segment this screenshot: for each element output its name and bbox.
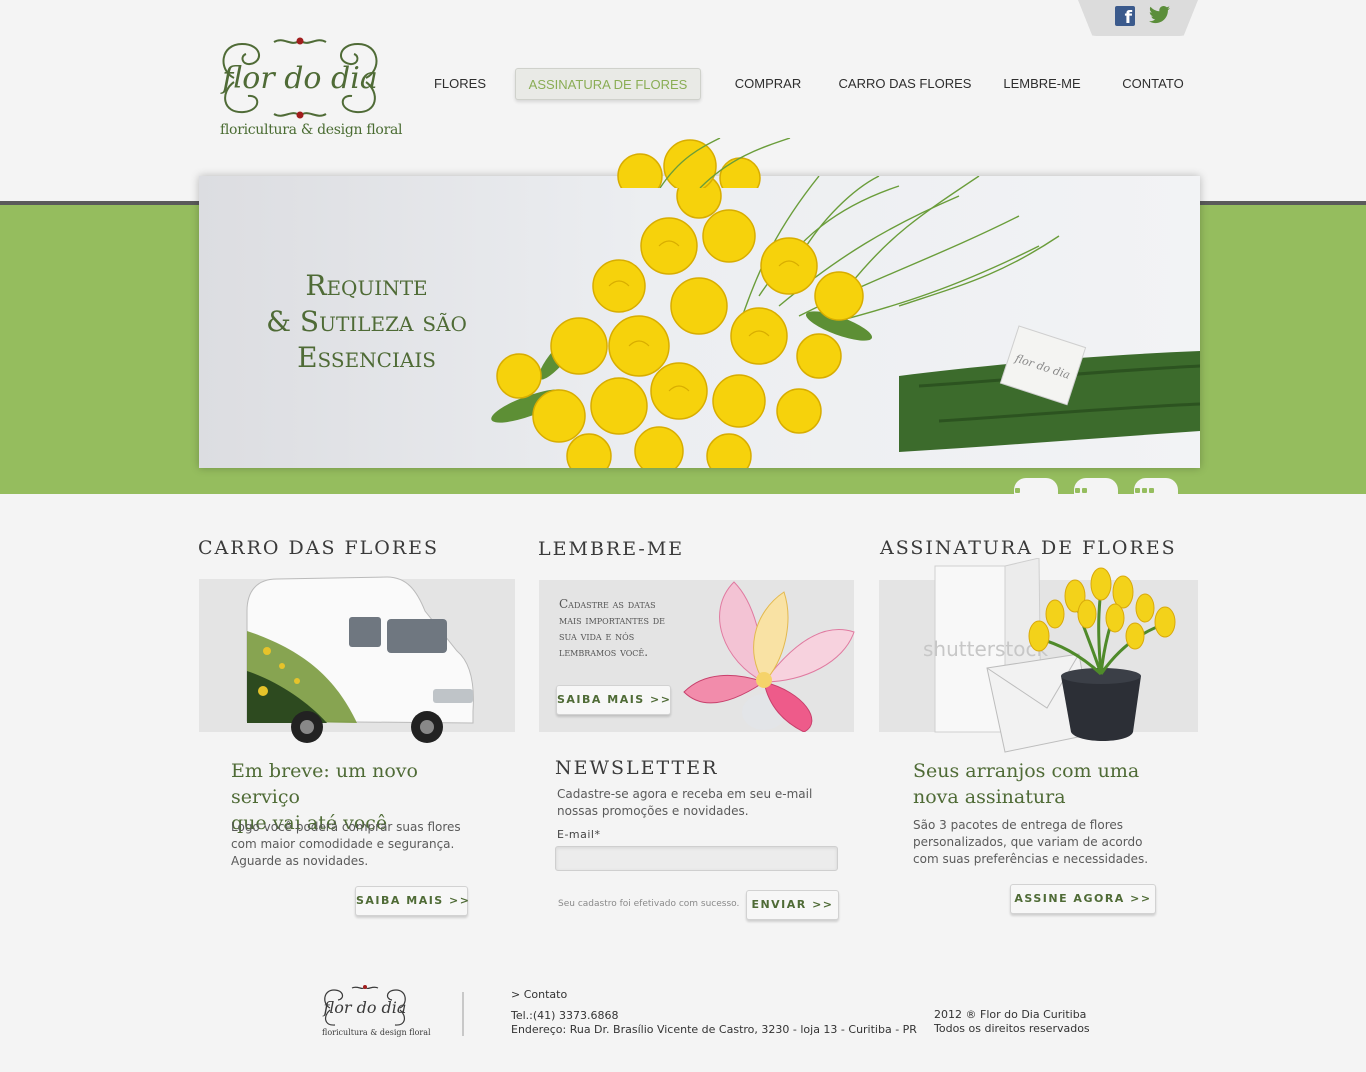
slide-3-tab[interactable] bbox=[1134, 478, 1178, 494]
carro-panel bbox=[199, 576, 515, 743]
carro-heading-line-1: Em breve: um novo serviço bbox=[231, 760, 418, 808]
assinatura-panel: shutterstock bbox=[879, 558, 1198, 753]
assinatura-text: São 3 pacotes de entrega de flores perso… bbox=[913, 817, 1183, 868]
lembre-panel: Cadastre as datas mais importantes de su… bbox=[539, 580, 855, 732]
assinatura-heading-line-1: Seus arranjos com uma bbox=[913, 760, 1140, 782]
nav-assinatura-de-flores[interactable]: ASSINATURA DE FLORES bbox=[515, 68, 701, 100]
slide-2-tab[interactable] bbox=[1074, 478, 1118, 494]
assinatura-text-line-3: com suas preferências e necessidades. bbox=[913, 852, 1149, 866]
footer-rights: Todos os direitos reservados bbox=[934, 1022, 1090, 1035]
carro-text-line-2: com maior comodidade e segurança. bbox=[231, 837, 455, 851]
logo-subtitle: floricultura & design floral bbox=[220, 122, 403, 138]
newsletter-description: Cadastre-se agora e receba em seu e-mail… bbox=[557, 786, 827, 820]
enviar-button[interactable]: ENVIAR >> bbox=[746, 890, 839, 920]
assinatura-heading-line-2: nova assinatura bbox=[913, 786, 1066, 808]
assine-agora-button[interactable]: ASSINE AGORA >> bbox=[1010, 884, 1156, 914]
hero-banner: flor do dia Requinte & Sutileza são Esse… bbox=[199, 176, 1200, 468]
email-field[interactable] bbox=[555, 846, 838, 871]
newsletter-desc-line-1: Cadastre-se agora e receba em seu e-mail bbox=[557, 787, 813, 801]
newsletter-title: NEWSLETTER bbox=[555, 757, 719, 779]
assinatura-title: ASSINATURA DE FLORES bbox=[880, 537, 1177, 559]
carro-title: CARRO DAS FLORES bbox=[198, 537, 440, 559]
newsletter-success-message: Seu cadastro foi efetivado com sucesso. bbox=[558, 899, 740, 909]
hero-line-1: Requinte bbox=[305, 269, 428, 302]
slide-1-tab[interactable] bbox=[1014, 478, 1058, 494]
frangipani-image bbox=[683, 581, 855, 732]
assinatura-text-line-1: São 3 pacotes de entrega de flores bbox=[913, 818, 1124, 832]
hero-line-3: Essenciais bbox=[297, 341, 436, 374]
footer-phone: Tel.:(41) 3373.6868 bbox=[511, 1009, 619, 1022]
assinatura-text-line-2: personalizados, que variam de acordo bbox=[913, 835, 1143, 849]
van-image bbox=[246, 576, 474, 743]
social-links: f bbox=[1078, 0, 1198, 36]
hero-headline: Requinte & Sutileza são Essenciais bbox=[249, 268, 484, 376]
carro-text-line-1: Logo você poderá comprar suas flores bbox=[231, 820, 461, 834]
bouquet-overflow bbox=[617, 138, 791, 188]
nav-carro-das-flores[interactable]: CARRO DAS FLORES bbox=[836, 68, 974, 100]
footer-logo[interactable]: flor do dia floricultura & design floral bbox=[320, 984, 431, 1042]
subscription-image: shutterstock bbox=[923, 558, 1176, 753]
facebook-icon[interactable]: f bbox=[1115, 6, 1135, 26]
email-label: E-mail* bbox=[557, 828, 601, 841]
nav-lembre-me[interactable]: LEMBRE-ME bbox=[996, 68, 1088, 100]
footer-contact-link[interactable]: > Contato bbox=[511, 987, 567, 1002]
main-nav: FLORES ASSINATURA DE FLORES COMPRAR CARR… bbox=[0, 68, 1366, 100]
carro-saiba-mais-button[interactable]: SAIBA MAIS >> bbox=[355, 886, 469, 916]
footer-logo-wordmark: flor do dia bbox=[323, 998, 407, 1017]
footer-address: Endereço: Rua Dr. Brasílio Vicente de Ca… bbox=[511, 1023, 917, 1036]
twitter-icon[interactable] bbox=[1148, 6, 1172, 26]
lembre-title: LEMBRE-ME bbox=[538, 538, 685, 560]
newsletter-desc-line-2: nossas promoções e novidades. bbox=[557, 804, 749, 818]
footer-divider bbox=[462, 992, 464, 1036]
footer-logo-subtitle: floricultura & design floral bbox=[322, 1028, 431, 1037]
nav-flores[interactable]: FLORES bbox=[426, 68, 494, 100]
carro-text: Logo você poderá comprar suas flores com… bbox=[231, 819, 481, 870]
carro-text-line-3: Aguarde as novidades. bbox=[231, 854, 369, 868]
nav-contato[interactable]: CONTATO bbox=[1114, 68, 1192, 100]
footer-copyright: 2012 ® Flor do Dia Curitiba bbox=[934, 1008, 1087, 1021]
hero-line-2: & Sutileza são bbox=[266, 305, 467, 338]
nav-comprar[interactable]: COMPRAR bbox=[726, 68, 810, 100]
assinatura-heading: Seus arranjos com uma nova assinatura bbox=[913, 758, 1173, 810]
